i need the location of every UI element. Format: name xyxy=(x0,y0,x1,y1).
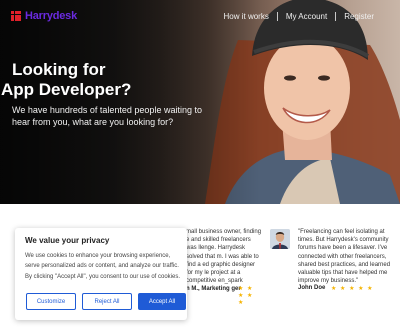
testimonial-text: "Freelancing can feel isolating at times… xyxy=(298,229,391,285)
testimonial-author: John Doe xyxy=(298,285,326,291)
testimonial-card: "Freelancing can feel isolating at times… xyxy=(298,228,394,285)
hero-banner: Harrydesk How it works My Account Regist… xyxy=(0,0,400,204)
top-nav: How it works My Account Register xyxy=(216,12,383,21)
cookie-text: We use cookies to enhance your browsing … xyxy=(25,253,181,280)
cookie-title: We value your privacy xyxy=(25,236,110,245)
logo-grid-icon xyxy=(11,11,21,21)
avatar xyxy=(270,229,290,249)
reject-all-button[interactable]: Reject All xyxy=(82,293,132,310)
star-rating-icon: ★ ★ ★ ★ ★ xyxy=(331,286,374,292)
testimonial-card: mall business owner, finding e and skill… xyxy=(186,228,262,306)
accept-all-button[interactable]: Accept All xyxy=(138,293,186,310)
hero-subtitle: We have hundreds of talented people wait… xyxy=(12,105,202,127)
star-rating-icon: ★ ★ ★ ★ ★ xyxy=(238,286,254,306)
brand-name: Harrydesk xyxy=(25,10,78,22)
nav-register[interactable]: Register xyxy=(336,12,382,21)
testimonial-author: n M., Marketing ger xyxy=(186,286,241,292)
customize-button[interactable]: Customize xyxy=(26,293,76,310)
brand-logo[interactable]: Harrydesk xyxy=(11,10,77,22)
nav-how-it-works[interactable]: How it works xyxy=(216,12,277,21)
testimonial-text: mall business owner, finding e and skill… xyxy=(186,229,262,285)
hero-shade xyxy=(0,0,400,204)
cookie-consent-banner: We value your privacy We use cookies to … xyxy=(15,228,187,320)
hero-title-line1: Looking for xyxy=(12,60,106,79)
cookie-actions: Customize Reject All Accept All xyxy=(26,293,186,310)
nav-my-account[interactable]: My Account xyxy=(278,12,335,21)
hero-title-line2: App Developer? xyxy=(1,80,132,99)
